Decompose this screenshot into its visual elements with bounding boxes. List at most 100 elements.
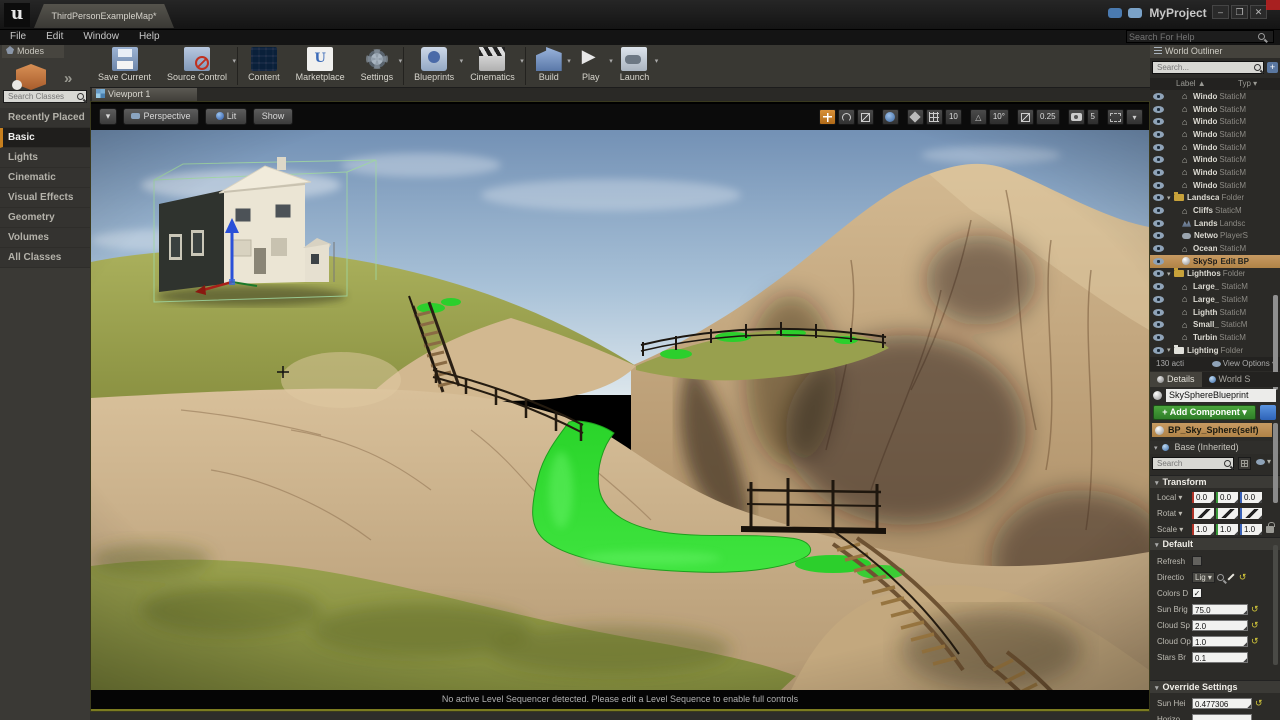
number-field[interactable]: 75.0 [1192, 604, 1248, 615]
transform-label[interactable]: Rotat ▾ [1150, 509, 1192, 518]
help-search-input[interactable] [1127, 31, 1255, 42]
sidebar-item-all-classes[interactable]: All Classes [0, 248, 90, 268]
number-field[interactable]: 0.477306 [1192, 698, 1252, 709]
rotate-button[interactable] [838, 109, 855, 125]
world-button[interactable] [882, 109, 899, 125]
visibility-eye-icon[interactable] [1153, 182, 1164, 189]
transform-value-field[interactable]: 1.0 [1216, 524, 1238, 535]
transform-value-field[interactable]: 0.0 [1240, 492, 1262, 503]
grid-snap-value[interactable]: 10 [945, 109, 962, 125]
reset-to-default-icon[interactable]: ↺ [1255, 698, 1263, 709]
visibility-eye-icon[interactable] [1153, 347, 1164, 354]
details-view-options-button[interactable]: ▾ [1256, 457, 1271, 466]
checkbox[interactable]: ✓ [1192, 588, 1202, 598]
visibility-eye-icon[interactable] [1153, 258, 1164, 265]
section-default[interactable]: ▾ Default [1150, 537, 1280, 550]
move-button[interactable] [819, 109, 836, 125]
checkbox[interactable] [1192, 556, 1202, 566]
outliner-row-large[interactable]: ⌂Large_StaticM [1150, 293, 1280, 306]
section-transform[interactable]: ▾ Transform [1150, 475, 1280, 488]
toolbar-button-launch[interactable]: ▾Launch [612, 45, 658, 87]
sidebar-item-visual-effects[interactable]: Visual Effects [0, 188, 90, 208]
outliner-row-windo[interactable]: ⌂WindoStaticM [1150, 141, 1280, 154]
outliner-search-input[interactable] [1155, 62, 1254, 73]
menu-edit[interactable]: Edit [36, 30, 73, 43]
sidebar-item-recently-placed[interactable]: Recently Placed [0, 108, 90, 128]
transform-value-field[interactable]: 0.0 [1216, 492, 1238, 503]
details-search-box[interactable] [1152, 457, 1234, 470]
transform-value-field[interactable]: 1.0 [1240, 524, 1262, 535]
maximize-button[interactable]: ❐ [1231, 5, 1248, 19]
details-search-input[interactable] [1155, 458, 1224, 469]
camera-speed-value[interactable]: 5 [1087, 109, 1099, 125]
outliner-row-windo[interactable]: ⌂WindoStaticM [1150, 179, 1280, 192]
outliner-row-ocean[interactable]: ⌂OceanStaticM [1150, 242, 1280, 255]
viewport[interactable]: ▾ Perspective Lit Show 10△10°0.255▾ [90, 101, 1150, 712]
modes-tab[interactable]: Modes [2, 45, 64, 58]
outliner-row-windo[interactable]: ⌂WindoStaticM [1150, 90, 1280, 103]
world-outliner-header[interactable]: World Outliner [1150, 45, 1280, 58]
transform-value-field[interactable]: 1.0 [1192, 524, 1214, 535]
column-type[interactable]: Typ ▾ [1238, 78, 1257, 90]
expand-arrow-icon[interactable]: ▾ [1167, 270, 1174, 278]
show-button[interactable]: Show [253, 108, 293, 125]
transform-value-field[interactable] [1192, 508, 1214, 519]
help-search-box[interactable] [1126, 30, 1274, 43]
surface-snap-button[interactable] [907, 109, 924, 125]
dropdown-caret-icon[interactable]: ▾ [399, 57, 403, 65]
minimize-button[interactable]: – [1212, 5, 1229, 19]
edit-blueprint-button[interactable] [1260, 405, 1276, 420]
outliner-row-windo[interactable]: ⌂WindoStaticM [1150, 103, 1280, 116]
perspective-button[interactable]: Perspective [123, 108, 199, 125]
add-component-button[interactable]: + Add Component ▾ [1153, 405, 1256, 420]
visibility-eye-icon[interactable] [1153, 169, 1164, 176]
visibility-eye-icon[interactable] [1153, 232, 1164, 239]
outliner-row-lighth[interactable]: ⌂LighthStaticM [1150, 306, 1280, 319]
number-field[interactable]: 2.0 [1192, 620, 1248, 631]
visibility-eye-icon[interactable] [1153, 334, 1164, 341]
section-override-settings[interactable]: ▾ Override Settings [1150, 680, 1280, 693]
visibility-eye-icon[interactable] [1153, 118, 1164, 125]
number-field[interactable]: 0.1 [1192, 652, 1248, 663]
scale-button[interactable] [857, 109, 874, 125]
viewport-options-button[interactable]: ▾ [99, 108, 117, 125]
grid-snap-button[interactable] [926, 109, 943, 125]
actor-name-field[interactable]: SkySphereBlueprint [1166, 389, 1276, 402]
angle-snap-button[interactable]: △ [970, 109, 987, 125]
base-inherited-row[interactable]: ▾ Base (Inherited) [1150, 441, 1280, 454]
toolbar-button-build[interactable]: ▾Build [528, 45, 570, 87]
dropdown-caret-icon[interactable]: ▾ [655, 57, 659, 65]
eyedropper-icon[interactable] [1227, 573, 1234, 580]
viewport-scene[interactable] [91, 130, 1149, 690]
reset-to-default-icon[interactable]: ↺ [1239, 572, 1247, 583]
expand-arrow-icon[interactable]: ▾ [1167, 346, 1174, 354]
outliner-row-lighthos[interactable]: ▾LighthosFolder [1150, 268, 1280, 281]
visibility-eye-icon[interactable] [1153, 106, 1164, 113]
transform-value-field[interactable]: 0.0 [1192, 492, 1214, 503]
sidebar-item-lights[interactable]: Lights [0, 148, 90, 168]
outliner-row-netwo[interactable]: NetwoPlayerS [1150, 230, 1280, 243]
view-options-button[interactable]: View Options ▾ [1212, 357, 1276, 371]
visibility-eye-icon[interactable] [1153, 144, 1164, 151]
tab-details[interactable]: Details [1150, 372, 1202, 387]
visibility-eye-icon[interactable] [1153, 270, 1164, 277]
close-button[interactable]: ✕ [1250, 5, 1267, 19]
outliner-row-windo[interactable]: ⌂WindoStaticM [1150, 128, 1280, 141]
transform-value-field[interactable] [1240, 508, 1262, 519]
expand-arrow-icon[interactable]: ▾ [1167, 194, 1174, 202]
outliner-row-turbin[interactable]: ⌂TurbinStaticM [1150, 331, 1280, 344]
chat-bubble-icon[interactable] [1128, 8, 1142, 18]
sidebar-item-volumes[interactable]: Volumes [0, 228, 90, 248]
outliner-add-button[interactable]: + [1267, 62, 1278, 73]
visibility-eye-icon[interactable] [1153, 321, 1164, 328]
sidebar-item-basic[interactable]: Basic [0, 128, 90, 148]
toolbar-button-source-control[interactable]: ▾Source Control [159, 45, 235, 87]
visibility-eye-icon[interactable] [1153, 283, 1164, 290]
outliner-row-skysp[interactable]: SkySpEdit BP [1150, 255, 1280, 268]
angle-snap-value[interactable]: 10° [989, 109, 1009, 125]
scale-snap-button[interactable] [1017, 109, 1034, 125]
reset-to-default-icon[interactable]: ↺ [1251, 636, 1259, 647]
outliner-row-windo[interactable]: ⌂WindoStaticM [1150, 166, 1280, 179]
sidebar-item-cinematic[interactable]: Cinematic [0, 168, 90, 188]
reset-to-default-icon[interactable]: ↺ [1251, 604, 1259, 615]
